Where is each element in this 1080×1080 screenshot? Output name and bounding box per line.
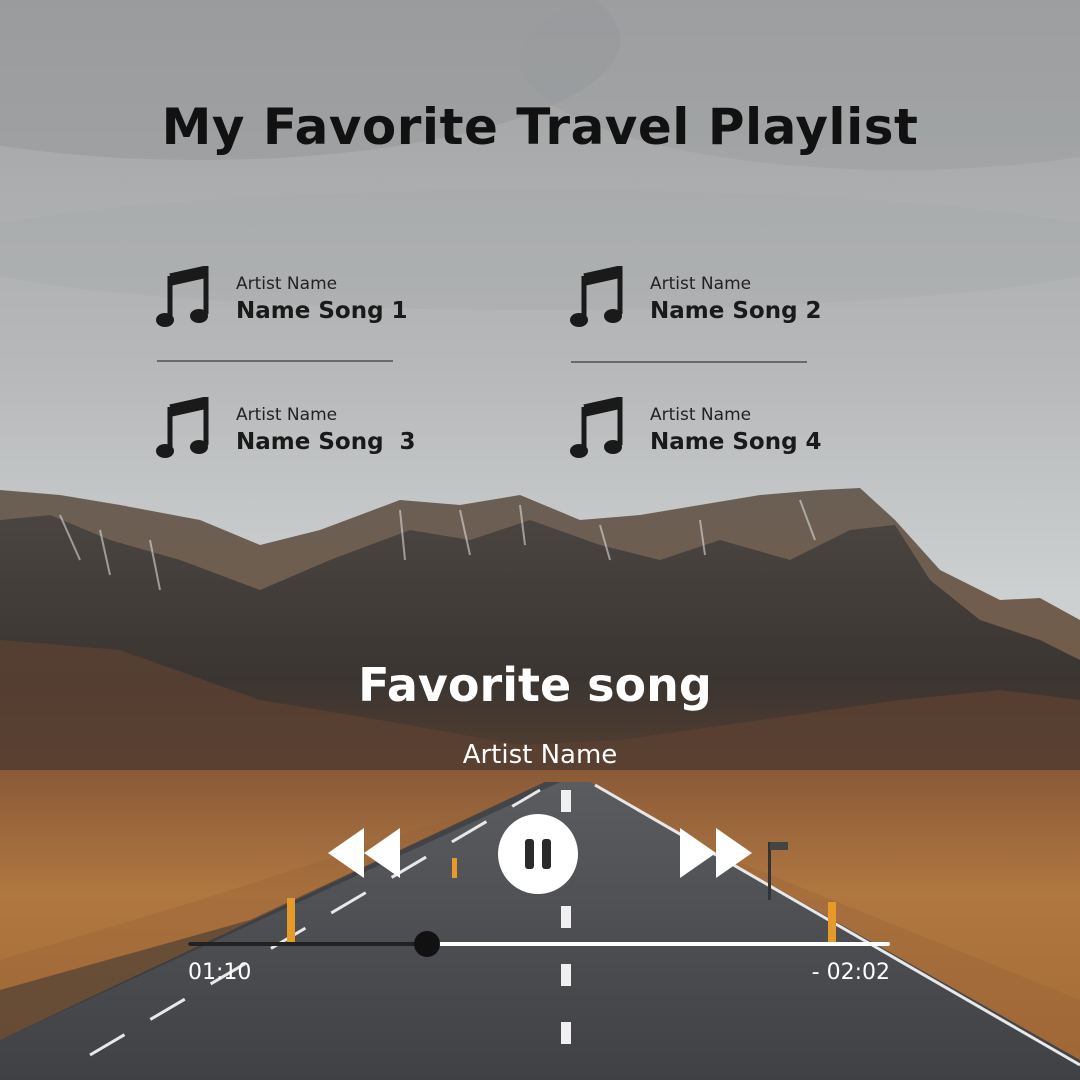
artist-name: Artist Name [650,274,752,294]
playlist-item-song-2[interactable]: Artist Name Name Song 2 [570,266,870,338]
progress-bar[interactable] [188,931,890,957]
music-note-icon [156,266,209,327]
elapsed-time: 01:10 [188,960,252,985]
artist-name: Artist Name [650,405,752,425]
fast-forward-icon[interactable] [680,828,752,878]
page-title: My Favorite Travel Playlist [161,98,919,156]
background-landscape [0,0,1080,1080]
artist-name: Artist Name [236,274,338,294]
music-note-icon [570,266,623,327]
music-note-icon [570,397,623,458]
now-playing-artist: Artist Name [462,740,618,770]
artist-name: Artist Name [236,405,338,425]
playlist-item-song-1[interactable]: Artist Name Name Song 1 [156,266,456,338]
divider [157,360,393,362]
rewind-icon[interactable] [328,828,400,878]
song-name: Name Song 1 [236,298,408,324]
remaining-time: - 02:02 [811,960,890,985]
playlist-card: My Favorite Travel Playlist Artist Name … [0,0,1080,1080]
music-note-icon [156,397,209,458]
playlist-item-song-3[interactable]: Artist Name Name Song 3 [156,397,456,469]
divider [571,361,807,363]
pause-button[interactable] [498,814,578,894]
now-playing-title: Favorite song [358,658,712,712]
playlist-item-song-4[interactable]: Artist Name Name Song 4 [570,397,870,469]
song-name: Name Song 2 [650,298,822,324]
progress-thumb[interactable] [413,931,440,957]
song-name: Name Song 4 [650,429,822,455]
song-name: Name Song 3 [236,429,416,455]
progress-fill [188,942,427,946]
